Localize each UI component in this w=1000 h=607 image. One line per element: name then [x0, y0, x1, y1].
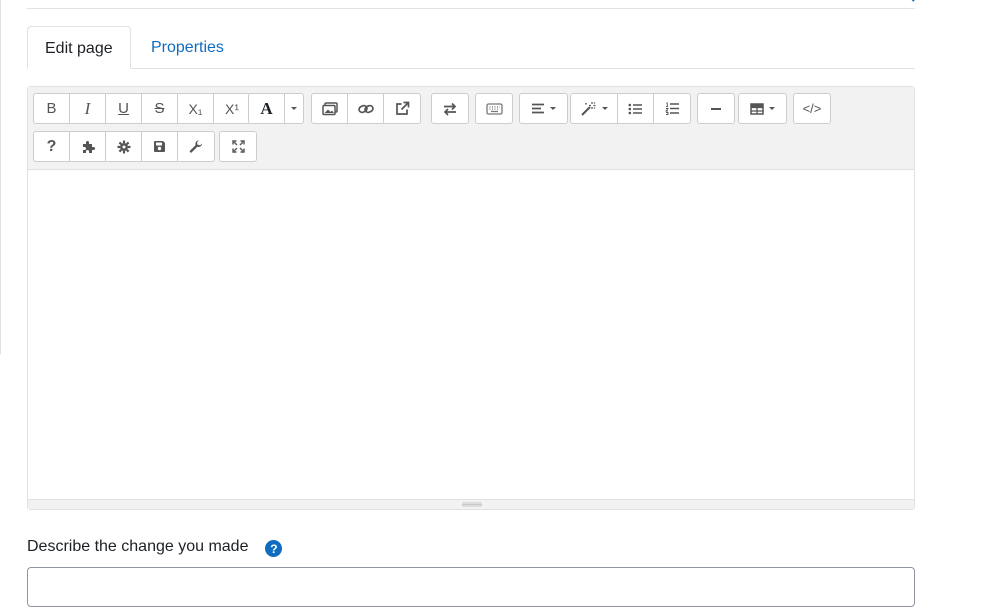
insert-group — [311, 93, 421, 124]
change-description-row: Describe the change you made ? — [27, 536, 283, 558]
keyboard-group — [475, 93, 513, 124]
top-divider — [27, 8, 915, 9]
bullet-list-icon — [628, 103, 642, 114]
link-icon — [357, 104, 374, 113]
puzzle-icon — [82, 140, 95, 153]
editor-toolbar: B I U S X₁ X¹ A </> ? — [28, 87, 914, 170]
search-icon[interactable] — [900, 0, 916, 4]
help-icon[interactable]: ? — [265, 540, 283, 557]
html-source-button[interactable]: </> — [794, 94, 830, 123]
plugins-button[interactable] — [70, 132, 106, 161]
font-color-button[interactable]: A — [249, 94, 285, 123]
keyboard-icon — [485, 102, 503, 115]
horizontal-rule-button[interactable] — [698, 94, 734, 123]
change-description-input[interactable] — [27, 567, 915, 607]
tools-group: ? — [33, 131, 215, 162]
rich-text-editor: B I U S X₁ X¹ A </> ? — [27, 86, 915, 510]
expand-icon — [231, 140, 245, 153]
table-group — [738, 93, 787, 124]
text-style-group: B I U S X₁ X¹ — [33, 93, 251, 124]
unordered-list-button[interactable] — [618, 94, 654, 123]
caret-down-icon — [291, 107, 297, 110]
underline-button[interactable]: U — [106, 94, 142, 123]
clear-formatting-dropdown[interactable] — [571, 94, 618, 123]
format-list-group — [570, 93, 691, 124]
swap-arrows-icon — [443, 102, 457, 116]
magic-wand-icon — [580, 101, 595, 116]
underline-icon: U — [118, 100, 129, 117]
source-group: </> — [793, 93, 831, 124]
question-icon: ? — [46, 137, 57, 155]
table-dropdown-button[interactable] — [739, 94, 786, 123]
resize-handle-icon[interactable] — [462, 502, 482, 507]
table-icon — [749, 102, 764, 115]
align-left-icon — [531, 103, 544, 114]
external-link-icon — [395, 101, 409, 115]
subscript-icon: X₁ — [188, 100, 203, 117]
caret-down-icon — [601, 107, 608, 110]
open-link-button[interactable] — [384, 94, 420, 123]
editor-status-bar — [28, 499, 914, 509]
hr-group — [697, 93, 735, 124]
insert-link-button[interactable] — [348, 94, 384, 123]
image-icon — [321, 101, 338, 115]
code-icon: </> — [802, 101, 822, 116]
special-characters-button[interactable] — [476, 94, 512, 123]
settings-button[interactable] — [106, 132, 142, 161]
caret-down-icon — [549, 107, 556, 110]
superscript-button[interactable]: X¹ — [214, 94, 250, 123]
text-direction-button[interactable] — [432, 94, 468, 123]
gear-icon — [117, 140, 130, 153]
align-group — [519, 93, 568, 124]
numbered-list-icon — [664, 102, 679, 115]
ordered-list-button[interactable] — [654, 94, 690, 123]
editor-content-area[interactable] — [28, 170, 914, 499]
font-color-icon: A — [260, 99, 273, 118]
editor-tabs: Edit page Properties — [27, 26, 915, 69]
floppy-disk-icon — [154, 141, 165, 152]
strikethrough-button[interactable]: S — [142, 94, 178, 123]
bold-button[interactable]: B — [34, 94, 70, 123]
save-button[interactable] — [142, 132, 178, 161]
help-button[interactable]: ? — [34, 132, 70, 161]
left-panel-edge — [0, 0, 1, 354]
subscript-button[interactable]: X₁ — [178, 94, 214, 123]
font-color-group: A — [248, 93, 304, 124]
font-color-dropdown[interactable] — [285, 94, 303, 123]
superscript-icon: X¹ — [225, 100, 239, 117]
fullscreen-button[interactable] — [220, 132, 256, 161]
tab-properties[interactable]: Properties — [134, 26, 241, 69]
italic-icon: I — [84, 99, 91, 118]
insert-image-button[interactable] — [312, 94, 348, 123]
wrench-icon — [189, 139, 203, 153]
horizontal-rule-icon — [711, 107, 721, 110]
italic-button[interactable]: I — [70, 94, 106, 123]
change-description-label: Describe the change you made — [27, 538, 249, 555]
strikethrough-icon: S — [154, 100, 165, 117]
tab-edit-page[interactable]: Edit page — [27, 26, 131, 69]
direction-group — [431, 93, 469, 124]
fullscreen-group — [219, 131, 257, 162]
tools-button[interactable] — [178, 132, 214, 161]
caret-down-icon — [768, 107, 775, 110]
align-dropdown-button[interactable] — [520, 94, 567, 123]
bold-icon: B — [46, 100, 57, 117]
